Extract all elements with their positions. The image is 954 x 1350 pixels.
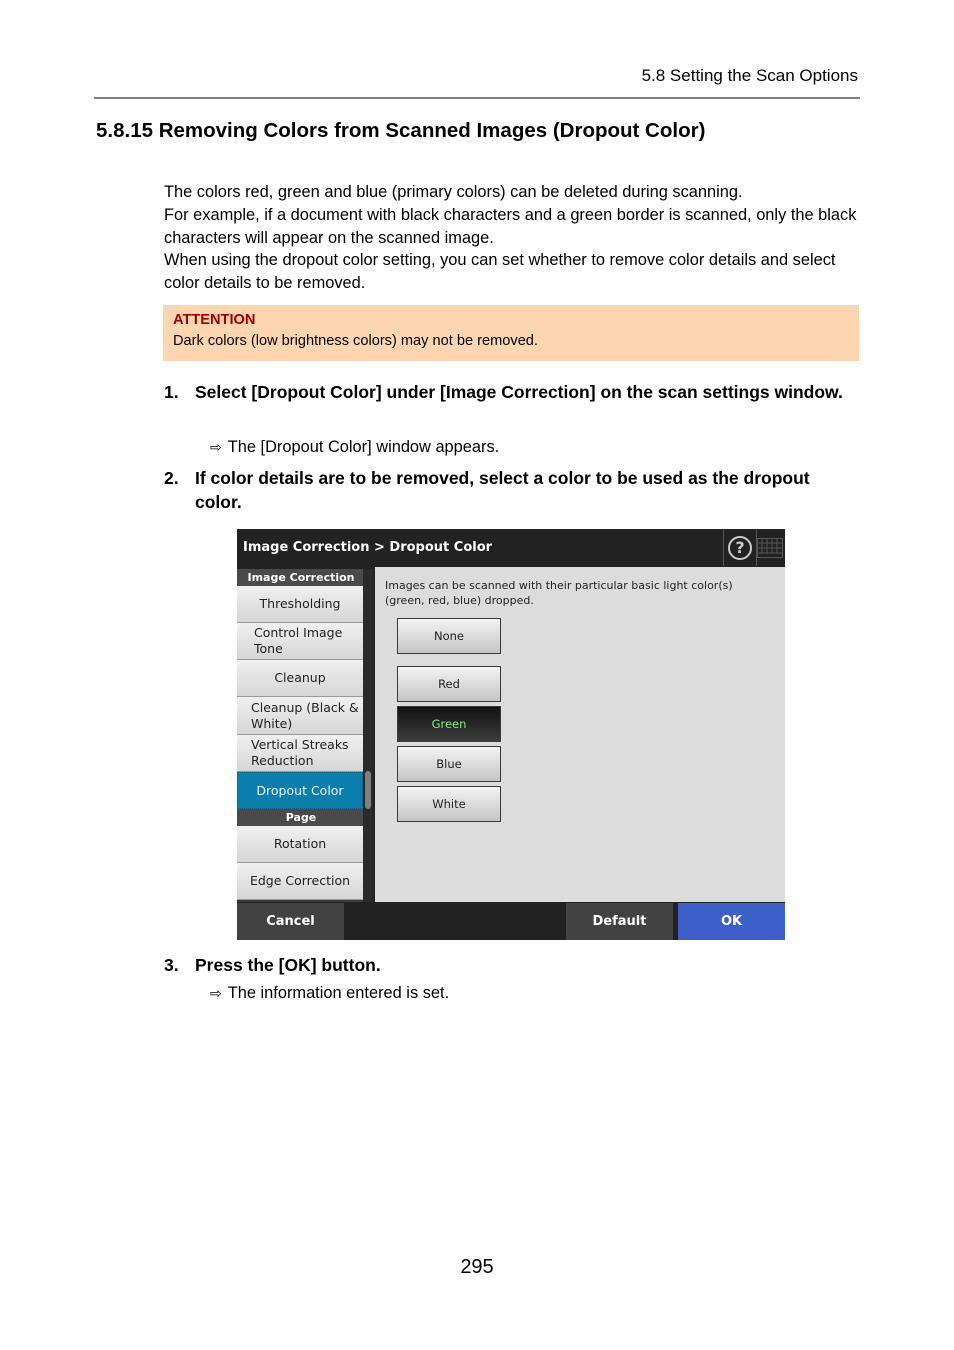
step-2: 2. If color details are to be removed, s… [164,466,860,514]
panel-description: Images can be scanned with their particu… [385,579,733,607]
step-number: 2. [164,468,179,488]
attention-box: ATTENTION Dark colors (low brightness co… [163,305,859,361]
scrollbar-thumb[interactable] [365,771,371,809]
dropout-color-screen: Image Correction > Dropout Color ? Image… [237,529,785,940]
help-button[interactable]: ? [723,529,757,566]
sidebar-item-label: Control Image Tone [254,625,343,656]
step-number: 1. [164,382,179,402]
step-3: 3. Press the [OK] button. [164,953,860,977]
step-3-result: ⇨ The information entered is set. [210,984,449,1003]
header-divider [94,97,860,99]
breadcrumb: Image Correction > Dropout Color [243,540,493,555]
step-text: Select [Dropout Color] under [Image Corr… [195,382,843,402]
page-number: 295 [460,1256,494,1278]
sidebar-group-image-correction: Image Correction [237,569,365,586]
screen-footer: Cancel Default OK [237,903,785,940]
attention-text: Dark colors (low brightness colors) may … [173,333,538,349]
intro-paragraph: The colors red, green and blue (primary … [164,183,743,201]
option-white[interactable]: White [397,786,501,822]
result-text: The [Dropout Color] window appears. [227,438,500,456]
help-icon: ? [728,535,752,560]
option-red[interactable]: Red [397,666,501,702]
cancel-button[interactable]: Cancel [237,903,344,940]
default-button[interactable]: Default [566,903,673,940]
sidebar-item-cleanup[interactable]: Cleanup [237,660,363,697]
step-text: If color details are to be removed, sele… [195,468,810,512]
option-none[interactable]: None [397,618,501,654]
sidebar-item-edge-correction[interactable]: Edge Correction [237,863,363,900]
section-title: 5.8.15 Removing Colors from Scanned Imag… [96,119,706,142]
keyboard-icon[interactable] [757,538,783,558]
sidebar-item-cleanup-black-white[interactable]: Cleanup (Black & White) [237,697,363,735]
result-arrow-icon: ⇨ [210,985,222,1001]
screen-title-bar: Image Correction > Dropout Color ? [237,529,785,566]
sidebar-item-label: Cleanup (Black & White) [251,699,359,731]
sidebar-item-vertical-streaks-reduction[interactable]: Vertical Streaks Reduction [237,735,363,772]
option-blue[interactable]: Blue [397,746,501,782]
dropout-color-panel: Images can be scanned with their particu… [375,567,785,902]
sidebar-item-label: Vertical Streaks Reduction [251,737,349,768]
result-arrow-icon: ⇨ [210,439,222,455]
option-green[interactable]: Green [397,706,501,742]
sidebar-item-rotation[interactable]: Rotation [237,826,363,863]
step-1: 1. Select [Dropout Color] under [Image C… [164,380,860,428]
intro-text: The colors red, green and blue (primary … [164,181,860,295]
attention-title: ATTENTION [173,312,256,328]
intro-paragraph: When using the dropout color setting, yo… [164,251,836,293]
settings-sidebar: Image Correction Thresholding Control Im… [237,569,365,902]
intro-paragraph: For example, if a document with black ch… [164,205,857,247]
sidebar-item-dropout-color[interactable]: Dropout Color [237,772,363,809]
sidebar-group-page: Page [237,809,365,826]
sidebar-item-control-image-tone[interactable]: Control Image Tone [237,623,363,660]
step-1-result: ⇨ The [Dropout Color] window appears. [210,438,499,457]
result-text: The information entered is set. [227,984,450,1002]
step-number: 3. [164,955,179,975]
step-text: Press the [OK] button. [195,955,381,975]
sidebar-scrollbar[interactable] [363,569,373,902]
sidebar-item-thresholding[interactable]: Thresholding [237,586,363,623]
ok-button[interactable]: OK [678,903,785,940]
running-header: 5.8 Setting the Scan Options [641,66,858,85]
